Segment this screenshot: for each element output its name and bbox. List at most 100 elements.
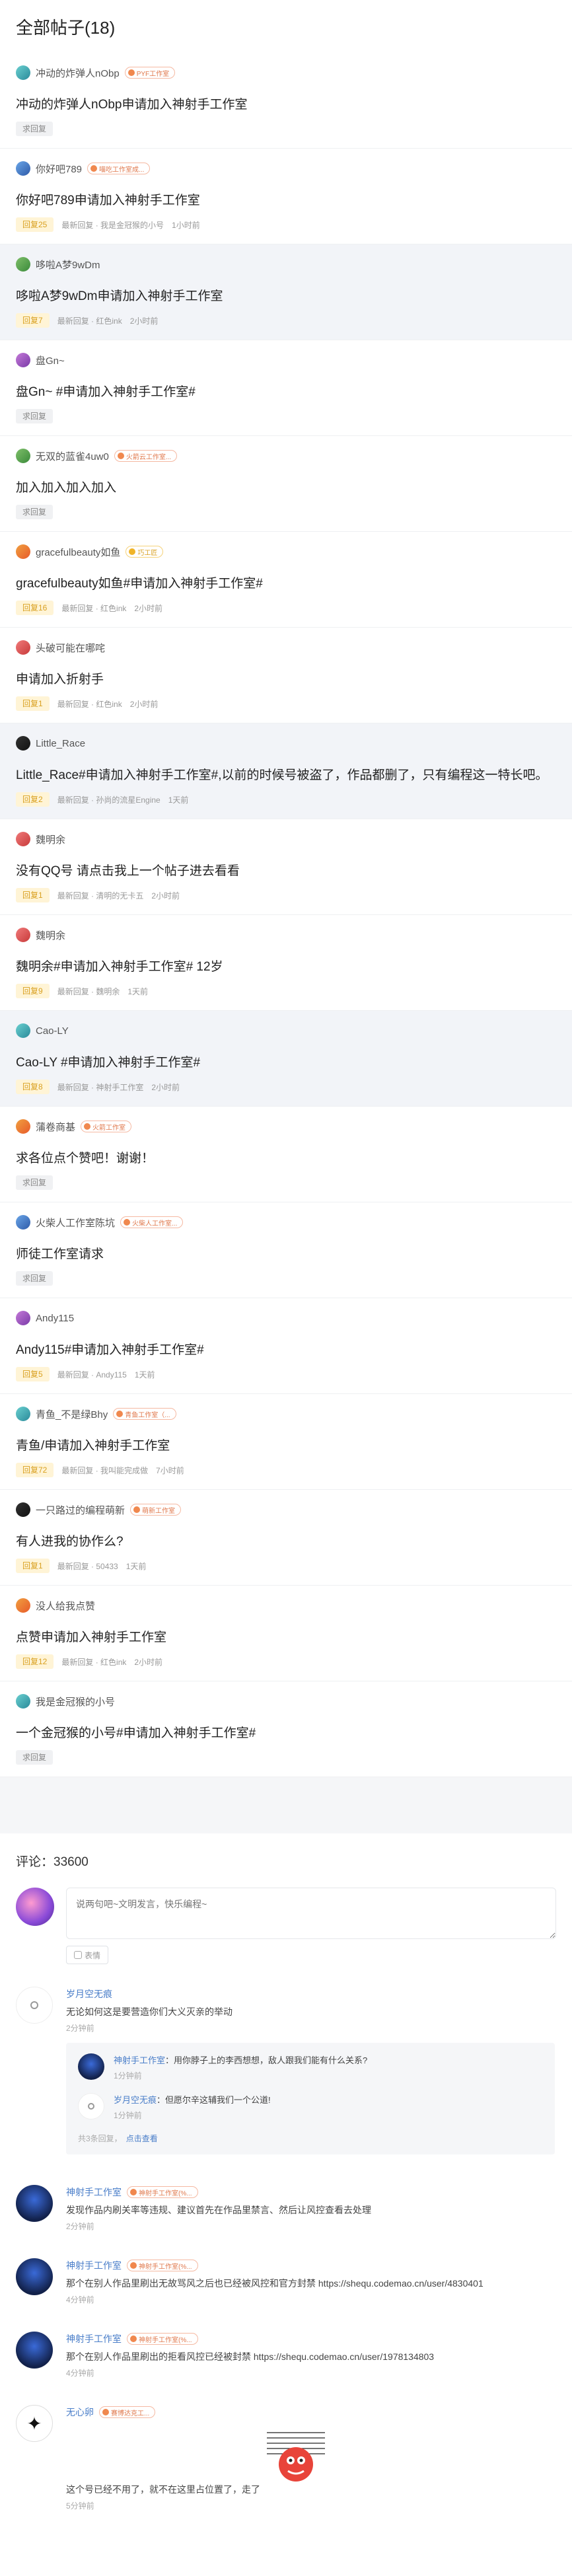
post-time: 2小时前 [134, 603, 163, 613]
author-avatar[interactable] [16, 1694, 30, 1709]
post-title[interactable]: 点赞申请加入神射手工作室 [16, 1627, 556, 1645]
post-item[interactable]: 魏明余 没有QQ号 请点击我上一个帖子进去看看 回复1 最新回复 · 清明的无卡… [0, 819, 572, 915]
post-item[interactable]: 蒲卷商基 火箭工作室 求各位点个赞吧！谢谢！ 求回复 [0, 1107, 572, 1202]
replier-avatar[interactable] [78, 2093, 104, 2119]
comment-composer [0, 1878, 572, 1942]
author-avatar[interactable] [16, 1407, 30, 1421]
comment-item: 神射手工作室 神射手工作室(%... 发现作品内刷关率等违规、建议首先在作品里禁… [0, 2185, 572, 2232]
post-item[interactable]: 一只路过的编程萌新 萌新工作室 有人进我的协作么? 回复1 最新回复 · 504… [0, 1490, 572, 1586]
commenter-name[interactable]: 岁月空无痕 [66, 1987, 112, 2001]
post-item[interactable]: Little_Race Little_Race#申请加入神射手工作室#,以前的时… [0, 723, 572, 819]
replier-avatar[interactable] [78, 2053, 104, 2080]
commenter-name[interactable]: 神射手工作室 [66, 2259, 122, 2272]
post-time: 2小时前 [151, 891, 180, 901]
post-item[interactable]: 哆啦A梦9wDm 哆啦A梦9wDm申请加入神射手工作室 回复7 最新回复 · 红… [0, 244, 572, 340]
author-avatar[interactable] [16, 928, 30, 942]
author-name[interactable]: gracefulbeauty如鱼 [36, 545, 120, 559]
author-avatar[interactable] [16, 353, 30, 367]
author-name[interactable]: 我是金冠猴的小号 [36, 1695, 115, 1709]
post-item[interactable]: 盘Gn~ 盘Gn~ #申请加入神射手工作室# 求回复 [0, 340, 572, 436]
author-tag: 萌新工作室 [130, 1504, 182, 1516]
author-avatar[interactable] [16, 1119, 30, 1134]
post-title[interactable]: Little_Race#申请加入神射手工作室#,以前的时候号被盗了，作品都删了，… [16, 765, 556, 783]
author-name[interactable]: Cao-LY [36, 1025, 69, 1037]
post-item[interactable]: 你好吧789 喵吃工作室成... 你好吧789申请加入神射手工作室 回复25 最… [0, 149, 572, 244]
post-title[interactable]: 师徒工作室请求 [16, 1244, 556, 1262]
author-avatar[interactable] [16, 449, 30, 463]
author-name[interactable]: 无双的蓝雀4uw0 [36, 449, 109, 463]
post-item[interactable]: 火柴人工作室陈坑 火柴人工作室... 师徒工作室请求 求回复 [0, 1202, 572, 1298]
author-avatar[interactable] [16, 640, 30, 655]
author-name[interactable]: 哆啦A梦9wDm [36, 258, 100, 272]
post-title[interactable]: 申请加入折射手 [16, 669, 556, 687]
post-item[interactable]: 魏明余 魏明余#申请加入神射手工作室# 12岁 回复9 最新回复 · 魏明余 1天… [0, 915, 572, 1011]
author-avatar[interactable] [16, 65, 30, 80]
post-author: 火柴人工作室陈坑 火柴人工作室... [16, 1214, 556, 1231]
post-title[interactable]: 冲动的炸弹人nObp申请加入神射手工作室 [16, 94, 556, 112]
post-item[interactable]: 没人给我点赞 点赞申请加入神射手工作室 回复12 最新回复 · 红色ink 2小时… [0, 1586, 572, 1681]
author-name[interactable]: 青鱼_不是绿Bhy [36, 1407, 108, 1421]
author-name[interactable]: 蒲卷商基 [36, 1120, 75, 1134]
author-avatar[interactable] [16, 1215, 30, 1230]
author-avatar[interactable] [16, 544, 30, 559]
author-name[interactable]: 你好吧789 [36, 162, 82, 176]
post-title[interactable]: 一个金冠猴的小号#申请加入神射手工作室# [16, 1723, 556, 1741]
author-avatar[interactable] [16, 1502, 30, 1517]
commenter-avatar[interactable] [16, 2258, 53, 2295]
post-title[interactable]: 你好吧789申请加入神射手工作室 [16, 190, 556, 208]
posts-section-title: 全部帖子(18) [16, 18, 116, 38]
post-item[interactable]: 青鱼_不是绿Bhy 青鱼工作室（... 青鱼/申请加入神射手工作室 回复72 最… [0, 1394, 572, 1490]
commenter-avatar[interactable]: ✦ [16, 2405, 53, 2442]
post-time: 1小时前 [172, 220, 200, 230]
replier-name[interactable]: 神射手工作室 [114, 2055, 165, 2065]
post-item[interactable]: 冲动的炸弹人nObp PYF工作室 冲动的炸弹人nObp申请加入神射手工作室 求… [0, 53, 572, 149]
author-name[interactable]: 头破可能在哪咤 [36, 641, 105, 655]
post-item[interactable]: 头破可能在哪咤 申请加入折射手 回复1 最新回复 · 红色ink 2小时前 [0, 628, 572, 723]
view-more-link[interactable]: 点击查看 [126, 2134, 158, 2143]
post-item[interactable]: Andy115 Andy115#申请加入神射手工作室# 回复5 最新回复 · A… [0, 1298, 572, 1394]
post-title[interactable]: 盘Gn~ #申请加入神射手工作室# [16, 382, 556, 400]
author-avatar[interactable] [16, 257, 30, 272]
commenter-avatar[interactable] [16, 2332, 53, 2369]
author-avatar[interactable] [16, 736, 30, 751]
post-item[interactable]: Cao-LY Cao-LY #申请加入神射手工作室# 回复8 最新回复 · 神射… [0, 1011, 572, 1107]
author-avatar[interactable] [16, 1311, 30, 1325]
author-name[interactable]: 魏明余 [36, 832, 65, 846]
author-name[interactable]: Little_Race [36, 738, 85, 749]
emoji-button[interactable]: 表情 [66, 1946, 108, 1964]
post-title[interactable]: 有人进我的协作么? [16, 1531, 556, 1549]
post-item[interactable]: 无双的蓝雀4uw0 火箭云工作室... 加入加入加入加入 求回复 [0, 436, 572, 532]
post-title[interactable]: 加入加入加入加入 [16, 478, 556, 496]
post-title[interactable]: 没有QQ号 请点击我上一个帖子进去看看 [16, 861, 556, 879]
author-avatar[interactable] [16, 161, 30, 176]
author-name[interactable]: Andy115 [36, 1313, 74, 1324]
comment-body: 神射手工作室 神射手工作室(%... 那个在别人作品里刷出的拒看风控已经被封禁 … [66, 2332, 556, 2378]
commenter-avatar[interactable] [16, 2185, 53, 2222]
replier-name[interactable]: 岁月空无痕 [114, 2095, 157, 2105]
post-title[interactable]: 哆啦A梦9wDm申请加入神射手工作室 [16, 286, 556, 304]
author-name[interactable]: 魏明余 [36, 928, 65, 942]
comment-input[interactable] [66, 1888, 556, 1939]
commenter-avatar[interactable] [16, 1987, 53, 2024]
post-title[interactable]: gracefulbeauty如鱼#申请加入神射手工作室# [16, 573, 556, 591]
post-title[interactable]: 求各位点个赞吧！谢谢！ [16, 1148, 556, 1166]
author-avatar[interactable] [16, 1023, 30, 1038]
post-title[interactable]: 魏明余#申请加入神射手工作室# 12岁 [16, 957, 556, 975]
author-name[interactable]: 没人给我点赞 [36, 1599, 95, 1613]
author-name[interactable]: 火柴人工作室陈坑 [36, 1216, 115, 1230]
post-title[interactable]: Cao-LY #申请加入神射手工作室# [16, 1052, 556, 1070]
post-title[interactable]: 青鱼/申请加入神射手工作室 [16, 1436, 556, 1454]
commenter-name[interactable]: 无心卵 [66, 2406, 94, 2419]
post-item[interactable]: 我是金冠猴的小号 一个金冠猴的小号#申请加入神射手工作室# 求回复 [0, 1681, 572, 1777]
author-avatar[interactable] [16, 832, 30, 846]
post-title[interactable]: Andy115#申请加入神射手工作室# [16, 1340, 556, 1358]
reply-badge: 回复72 [16, 1463, 54, 1477]
author-avatar[interactable] [16, 1598, 30, 1613]
author-name[interactable]: 冲动的炸弹人nObp [36, 66, 120, 80]
commenter-name[interactable]: 神射手工作室 [66, 2332, 122, 2345]
post-item[interactable]: gracefulbeauty如鱼 巧工匠 gracefulbeauty如鱼#申请… [0, 532, 572, 628]
author-name[interactable]: 盘Gn~ [36, 353, 65, 367]
commenter-name[interactable]: 神射手工作室 [66, 2186, 122, 2199]
author-name[interactable]: 一只路过的编程萌新 [36, 1503, 125, 1517]
comment-time: 4分钟前 [66, 2295, 94, 2304]
